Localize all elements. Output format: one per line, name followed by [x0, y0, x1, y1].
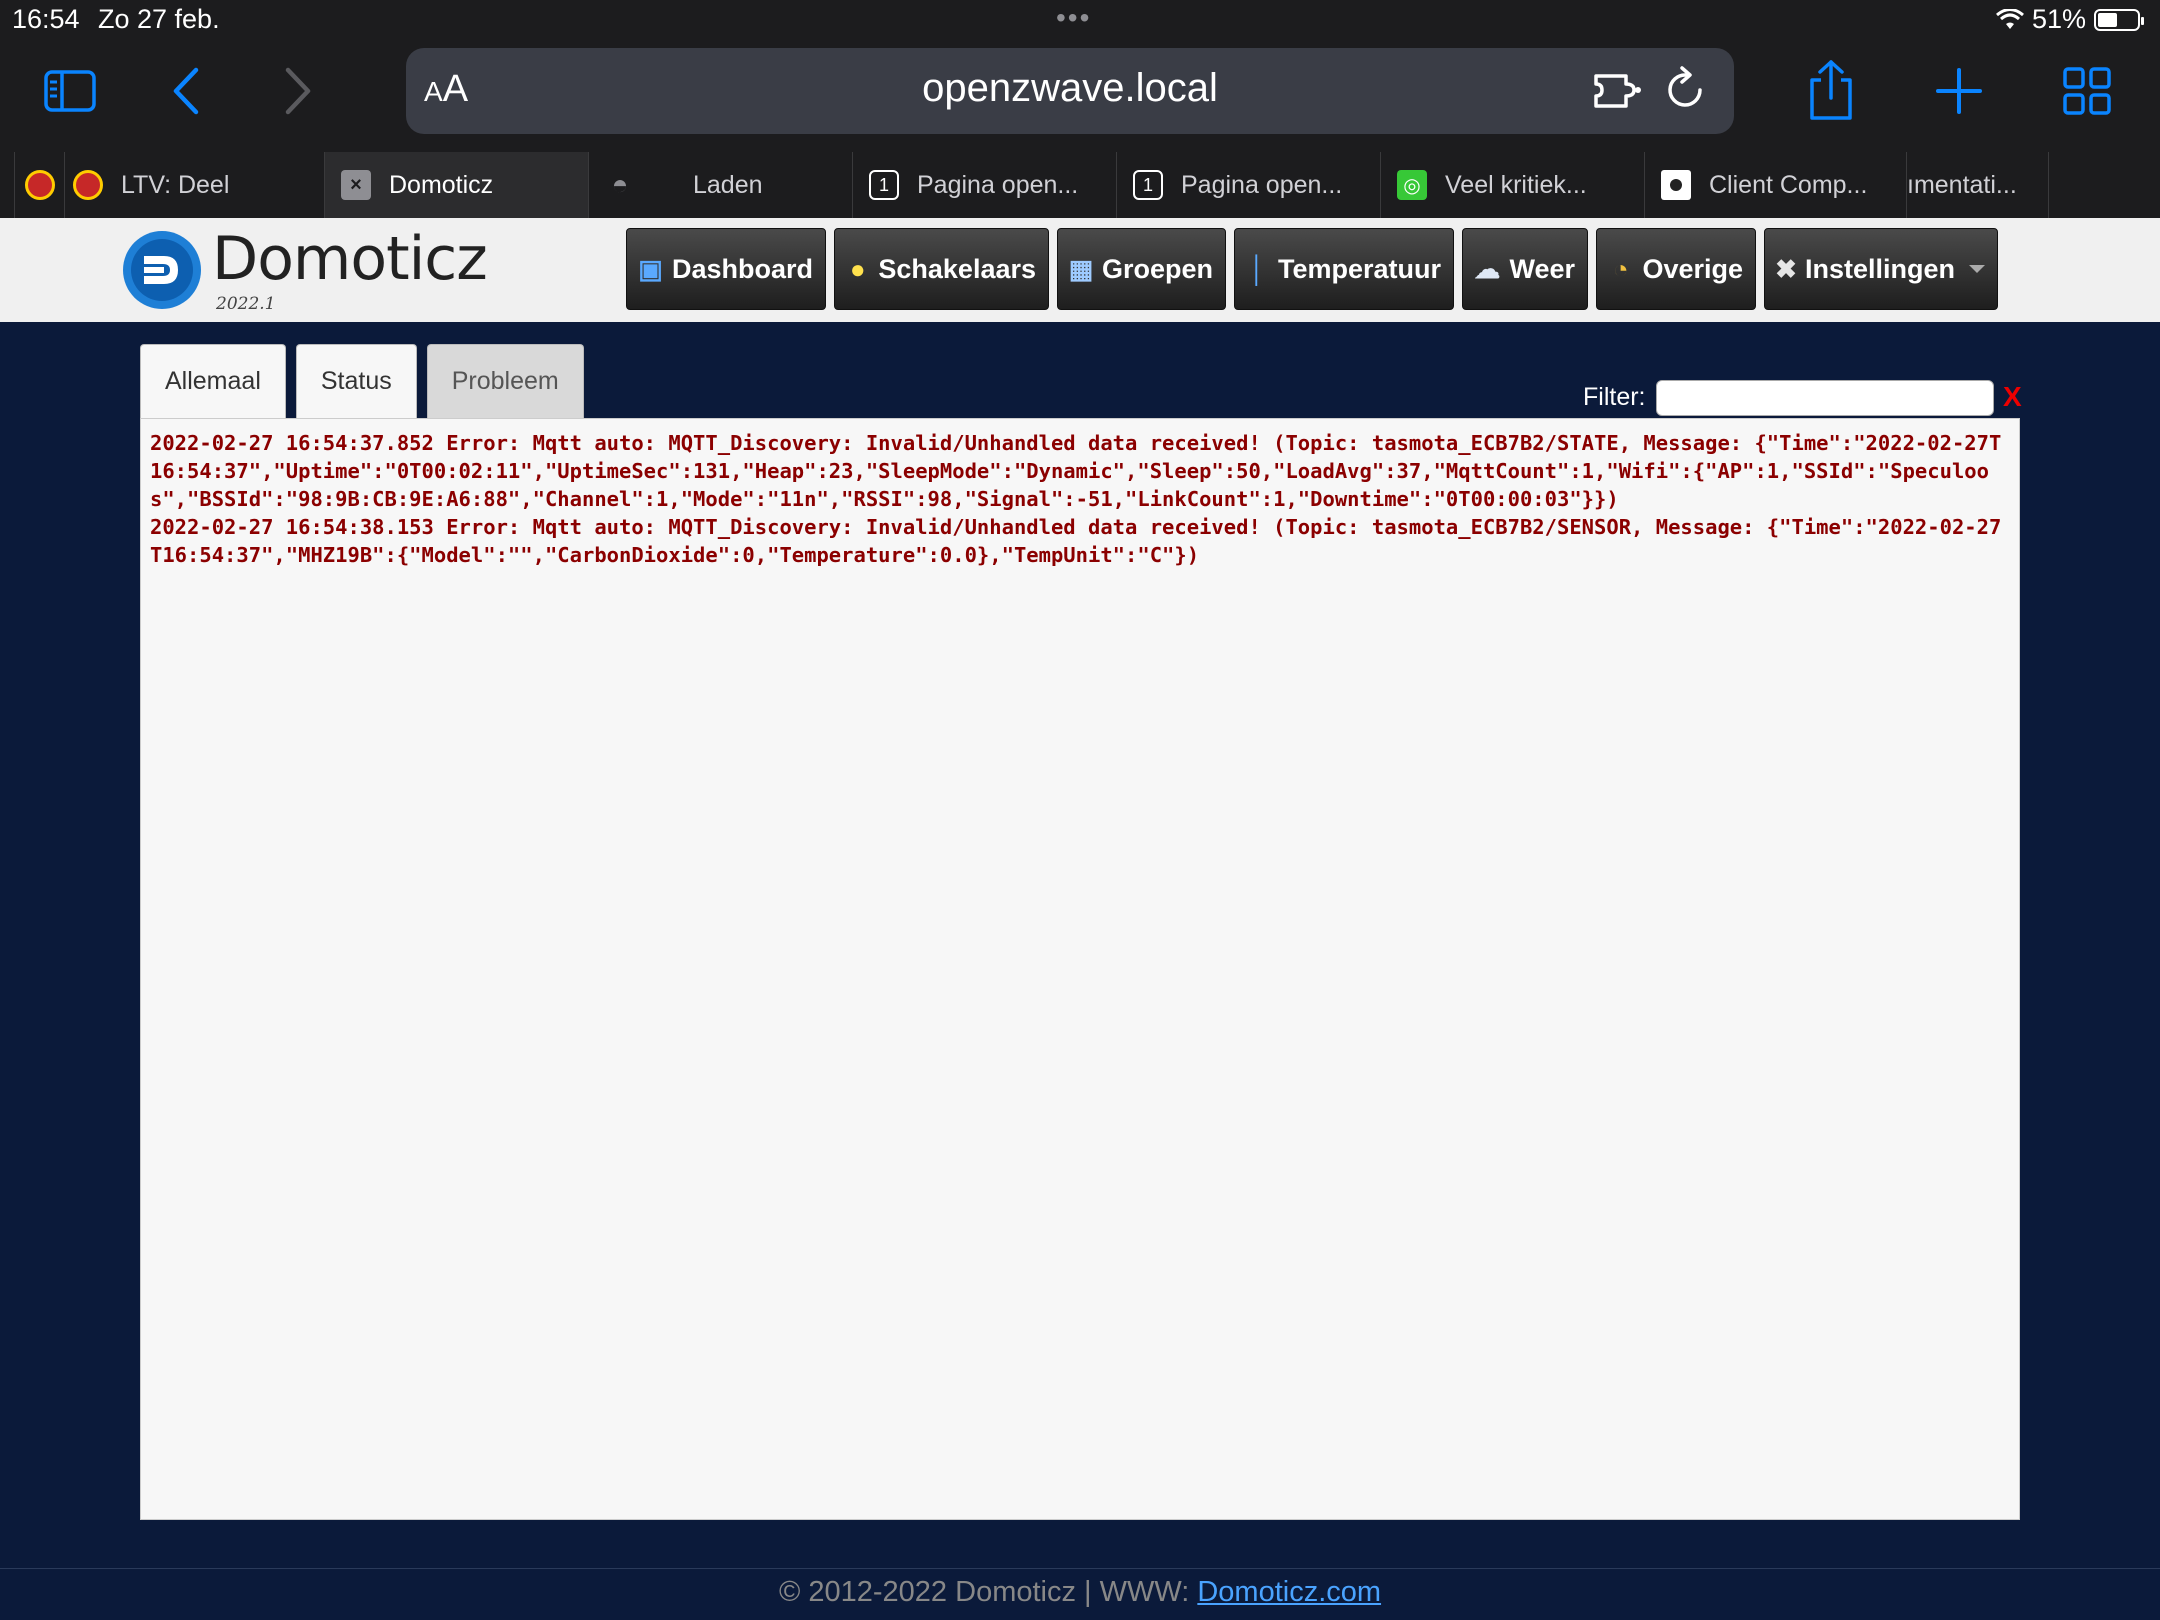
tab-label: Veel kritiek... — [1445, 170, 1587, 199]
tab-documentation[interactable]: ımentati... — [1906, 152, 2048, 218]
number-one-icon: 1 — [1133, 170, 1163, 200]
address-bar[interactable]: AA openzwave.local — [406, 48, 1734, 134]
number-one-icon: 1 — [869, 170, 899, 200]
flag-icon — [1661, 170, 1691, 200]
log-panel[interactable]: 2022-02-27 16:54:37.852 Error: Mqtt auto… — [140, 418, 2020, 1520]
filter-input[interactable] — [1656, 380, 1994, 416]
tab-label: LTV: Deel — [121, 170, 230, 199]
back-icon[interactable] — [170, 66, 200, 116]
sidebar-icon[interactable] — [44, 70, 96, 112]
footer-divider — [0, 1568, 2160, 1569]
app-version: 2022.1 — [216, 294, 276, 314]
tab-veel-kritiek[interactable]: ◎ Veel kritiek... — [1380, 152, 1644, 218]
footer: © 2012-2022 Domoticz | WWW: Domoticz.com — [0, 1576, 2160, 1609]
chevron-down-icon — [1969, 265, 1985, 273]
status-right: 51% — [1995, 4, 2144, 35]
status-date: Zo 27 feb. — [98, 4, 220, 34]
globe-icon: ◎ — [1397, 170, 1427, 200]
tab-pagina-2[interactable]: 1 Pagina open... — [1116, 152, 1380, 218]
nav-label: Groepen — [1101, 253, 1213, 284]
nav-settings-button[interactable]: ✖ Instellingen — [1764, 228, 1998, 310]
gauge-icon: ◔ — [1612, 253, 1629, 284]
nav-label: Dashboard — [671, 253, 813, 284]
tab-status[interactable]: Status — [295, 344, 417, 418]
multitasking-dots-icon[interactable]: ••• — [1056, 2, 1091, 34]
battery-percentage: 51% — [2031, 4, 2086, 34]
browser-chrome: 16:54 Zo 27 feb. ••• 51% AA openzwave.lo… — [0, 0, 2160, 152]
clapperboard-icon: ▦ — [1068, 253, 1094, 284]
tab-label: Pagina open... — [1181, 170, 1343, 199]
battery-icon — [2094, 8, 2144, 31]
nav-label: Temperatuur — [1277, 253, 1441, 284]
ltv-icon — [73, 170, 103, 200]
nav-weather-button[interactable]: ☁ Weer — [1462, 228, 1588, 310]
nav-label: Weer — [1509, 253, 1575, 284]
filter-label: Filter: — [1583, 383, 1646, 411]
cloud-rain-icon: ☁ — [1474, 253, 1501, 284]
log-tabs: Allemaal Status Probleem — [140, 344, 584, 418]
tab-domoticz[interactable]: × Domoticz — [324, 152, 588, 218]
tab-pinned[interactable] — [14, 152, 64, 218]
forward-icon[interactable] — [284, 66, 314, 116]
close-tab-icon[interactable]: × — [341, 170, 371, 200]
tab-label: Pagina open... — [917, 170, 1079, 199]
new-tab-icon[interactable] — [1936, 68, 1982, 114]
tab-extra[interactable] — [2048, 152, 2160, 218]
url-text: openzwave.local — [922, 66, 1218, 110]
wifi-icon — [1995, 8, 2024, 29]
tab-pagina-1[interactable]: 1 Pagina open... — [852, 152, 1116, 218]
tab-label: Client Comp... — [1709, 170, 1868, 199]
main-nav: ▣ Dashboard ● Schakelaars ▦ Groepen │ Te… — [626, 228, 1998, 310]
tab-client-comp[interactable]: Client Comp... — [1644, 152, 1906, 218]
share-icon[interactable] — [1806, 58, 1856, 122]
tab-laden[interactable]: ◓ Laden — [588, 152, 852, 218]
lightbulb-icon: ● — [849, 253, 866, 284]
tab-ltv[interactable]: LTV: Deel — [64, 152, 324, 218]
tab-label: Domoticz — [389, 170, 494, 199]
tab-all[interactable]: Allemaal — [140, 344, 286, 418]
log-entry: 2022-02-27 16:54:37.852 Error: Mqtt auto… — [150, 431, 2002, 511]
footer-text: © 2012-2022 Domoticz | WWW: — [778, 1576, 1198, 1608]
tab-overview-icon[interactable] — [2062, 66, 2112, 116]
nav-label: Schakelaars — [878, 253, 1036, 284]
nav-dashboard-button[interactable]: ▣ Dashboard — [626, 228, 826, 310]
tools-icon: ✖ — [1775, 253, 1797, 284]
compass-icon: ◓ — [611, 169, 629, 200]
tab-label: Laden — [693, 170, 763, 199]
domoticz-logo — [123, 231, 201, 309]
nav-temperature-button[interactable]: │ Temperatuur — [1234, 228, 1454, 310]
extension-icon[interactable] — [1592, 68, 1644, 112]
tab-label: ımentati... — [1907, 170, 2017, 199]
nav-other-button[interactable]: ◔ Overige — [1596, 228, 1756, 310]
brand-name: Domoticz — [212, 224, 488, 294]
nav-switches-button[interactable]: ● Schakelaars — [834, 228, 1049, 310]
filter-clear-button[interactable]: X — [2003, 381, 2022, 413]
app-header: Domoticz 2022.1 ▣ Dashboard ● Schakelaar… — [0, 218, 2160, 322]
tab-edge — [0, 152, 14, 218]
nav-groups-button[interactable]: ▦ Groepen — [1057, 228, 1226, 310]
nav-label: Instellingen — [1804, 253, 1955, 284]
nav-label: Overige — [1642, 253, 1743, 284]
log-entry: 2022-02-27 16:54:38.153 Error: Mqtt auto… — [150, 515, 2002, 567]
footer-link[interactable]: Domoticz.com — [1197, 1576, 1381, 1608]
thermometer-icon: │ — [1249, 253, 1266, 284]
ltv-icon — [25, 170, 55, 200]
tab-strip: LTV: Deel × Domoticz ◓ Laden 1 Pagina op… — [0, 152, 2160, 218]
tab-problem[interactable]: Probleem — [426, 344, 584, 418]
status-time: 16:54 — [12, 4, 80, 34]
reload-icon[interactable] — [1664, 66, 1708, 114]
dashboard-icon: ▣ — [638, 253, 663, 284]
